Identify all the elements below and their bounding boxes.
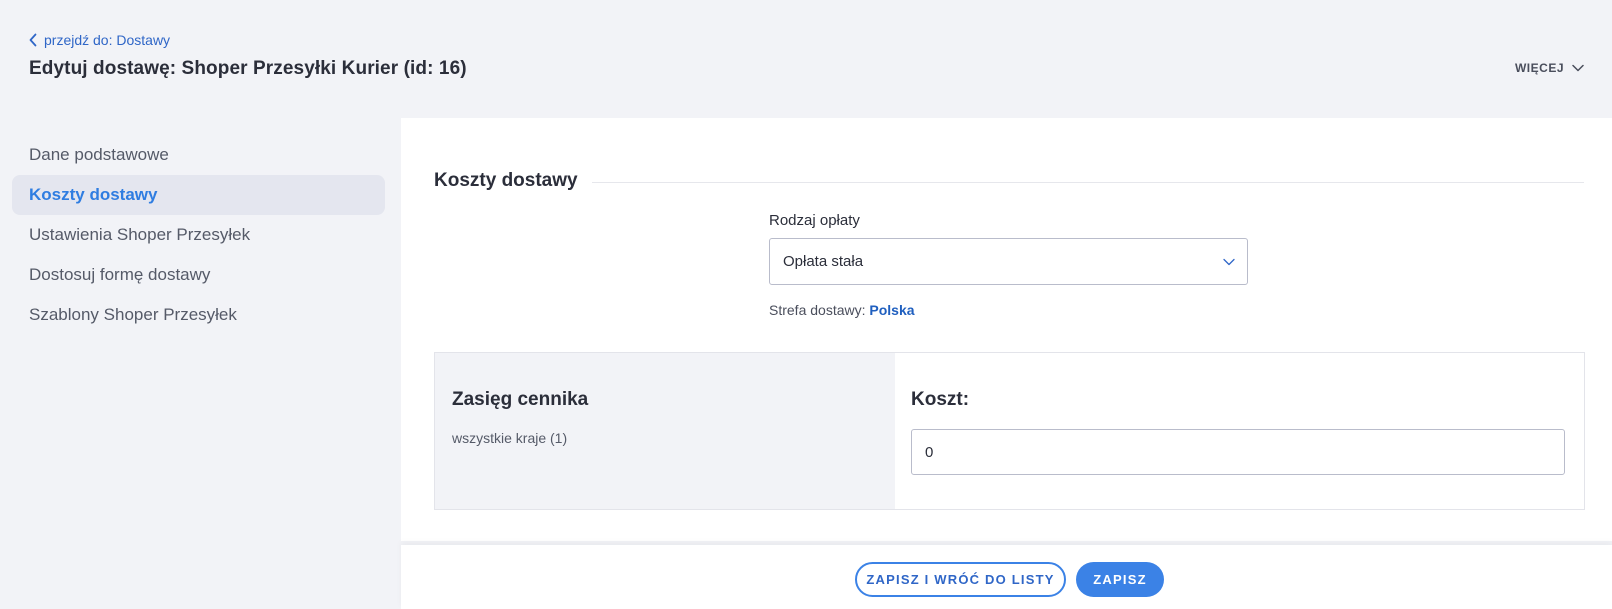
cost-panel: Koszt:: [895, 353, 1584, 509]
chevron-left-icon: [29, 33, 37, 47]
delivery-zone-value[interactable]: Polska: [869, 302, 914, 318]
action-footer: ZAPISZ I WRÓĆ DO LISTY ZAPISZ: [401, 545, 1612, 609]
more-button[interactable]: WIĘCEJ: [1515, 61, 1584, 75]
section-divider: [592, 182, 1584, 183]
more-button-label: WIĘCEJ: [1514, 61, 1564, 75]
sidebar-item-ustawienia-shoper-przesylek[interactable]: Ustawienia Shoper Przesyłek: [12, 215, 385, 255]
fee-type-label: Rodzaj opłaty: [769, 212, 860, 229]
back-link-label: przejdź do: Dostawy: [44, 32, 171, 48]
save-and-return-button[interactable]: ZAPISZ I WRÓĆ DO LISTY: [855, 562, 1066, 597]
sidebar-item-dane-podstawowe[interactable]: Dane podstawowe: [12, 135, 385, 175]
price-range-title: Zasięg cennika: [452, 389, 589, 410]
price-range-subtitle: wszystkie kraje (1): [452, 430, 568, 446]
chevron-down-icon: [1572, 64, 1584, 72]
sidebar-item-szablony-shoper-przesylek[interactable]: Szablony Shoper Przesyłek: [12, 295, 385, 335]
cost-input[interactable]: [911, 429, 1565, 475]
chevron-down-icon: [1223, 258, 1235, 266]
sidebar-item-dostosuj-forme-dostawy[interactable]: Dostosuj formę dostawy: [12, 255, 385, 295]
fee-type-value: Opłata stała: [783, 253, 864, 270]
main-panel: Koszty dostawy Rodzaj opłaty Opłata stał…: [401, 118, 1612, 541]
fee-type-select[interactable]: Opłata stała: [769, 238, 1248, 285]
sidebar-nav: Dane podstawowe Koszty dostawy Ustawieni…: [12, 135, 385, 335]
save-button[interactable]: ZAPISZ: [1076, 562, 1164, 597]
price-range-panel: Zasięg cennika wszystkie kraje (1): [435, 353, 895, 509]
price-list-box: Zasięg cennika wszystkie kraje (1) Koszt…: [434, 352, 1585, 510]
page-header: przejdź do: Dostawy Edytuj dostawę: Shop…: [0, 0, 1612, 118]
cost-label: Koszt:: [911, 389, 970, 410]
sidebar-item-koszty-dostawy[interactable]: Koszty dostawy: [12, 175, 385, 215]
page-title: Edytuj dostawę: Shoper Przesyłki Kurier …: [29, 58, 467, 79]
delivery-zone: Strefa dostawy: Polska: [769, 302, 915, 318]
section-title: Koszty dostawy: [434, 170, 578, 191]
back-link[interactable]: przejdź do: Dostawy: [28, 32, 170, 48]
delivery-zone-label: Strefa dostawy:: [769, 302, 866, 318]
